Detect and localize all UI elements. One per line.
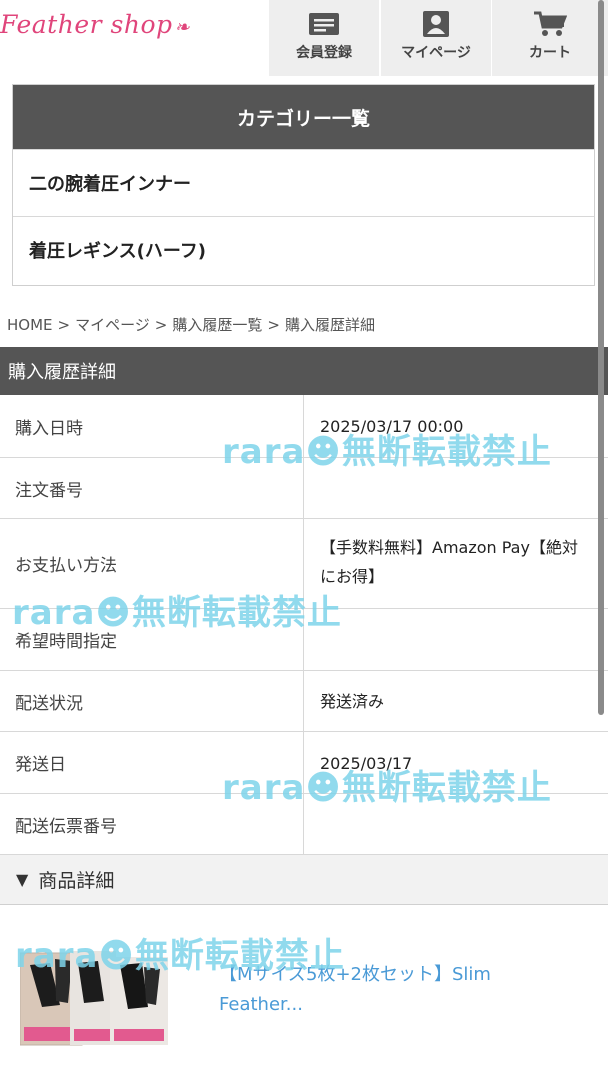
member-card-icon (269, 10, 379, 38)
watermark-text: rara☻無断転載禁止 (222, 768, 552, 808)
watermark-text: rara☻無断転載禁止 (12, 593, 342, 633)
category-item[interactable]: 二の腕着圧インナー (13, 149, 594, 216)
mypage-button[interactable]: マイページ (381, 0, 491, 76)
detail-key: 配送状況 (0, 671, 304, 731)
detail-row-shipping-status: 配送状況 発送済み (0, 671, 608, 732)
member-register-label: 会員登録 (296, 45, 352, 61)
breadcrumb-separator: > (267, 316, 280, 334)
scrollbar[interactable] (598, 0, 604, 715)
watermark-text: rara☻無断転載禁止 (15, 936, 345, 976)
cart-button[interactable]: カート (492, 0, 608, 76)
cart-label: カート (529, 45, 571, 61)
cart-icon (492, 10, 608, 38)
page-title: 購入履歴詳細 (0, 347, 608, 395)
feather-flourish-icon: ❧ (174, 17, 191, 38)
breadcrumb-mypage[interactable]: マイページ (75, 316, 150, 334)
site-header: Feather shop ❧ 会員登録 マイページ カート (0, 0, 608, 76)
member-register-button[interactable]: 会員登録 (269, 0, 379, 76)
site-logo[interactable]: Feather shop ❧ (0, 10, 190, 50)
category-box: カテゴリー一覧 二の腕着圧インナー 着圧レギンス(ハーフ) (12, 84, 595, 286)
breadcrumb-separator: > (154, 316, 168, 334)
category-heading: カテゴリー一覧 (13, 85, 594, 149)
mypage-label: マイページ (401, 45, 471, 61)
breadcrumb-home[interactable]: HOME (7, 316, 53, 334)
detail-value: 【手数料無料】Amazon Pay【絶対にお得】 (320, 538, 578, 586)
watermark-text: rara☻無断転載禁止 (222, 432, 552, 472)
detail-value (305, 609, 608, 670)
breadcrumb-current: 購入履歴詳細 (284, 316, 375, 334)
person-icon (381, 10, 491, 38)
breadcrumb-separator: > (57, 316, 71, 334)
breadcrumb: HOME > マイページ > 購入履歴一覧 > 購入履歴詳細 (7, 314, 375, 335)
category-item[interactable]: 着圧レギンス(ハーフ) (13, 216, 594, 283)
breadcrumb-history-list[interactable]: 購入履歴一覧 (172, 316, 262, 334)
triangle-down-icon: ▼ (16, 870, 29, 889)
product-detail-toggle[interactable]: ▼ 商品詳細 (0, 855, 608, 905)
product-detail-heading: 商品詳細 (38, 870, 115, 892)
detail-value: 発送済み (320, 691, 385, 711)
